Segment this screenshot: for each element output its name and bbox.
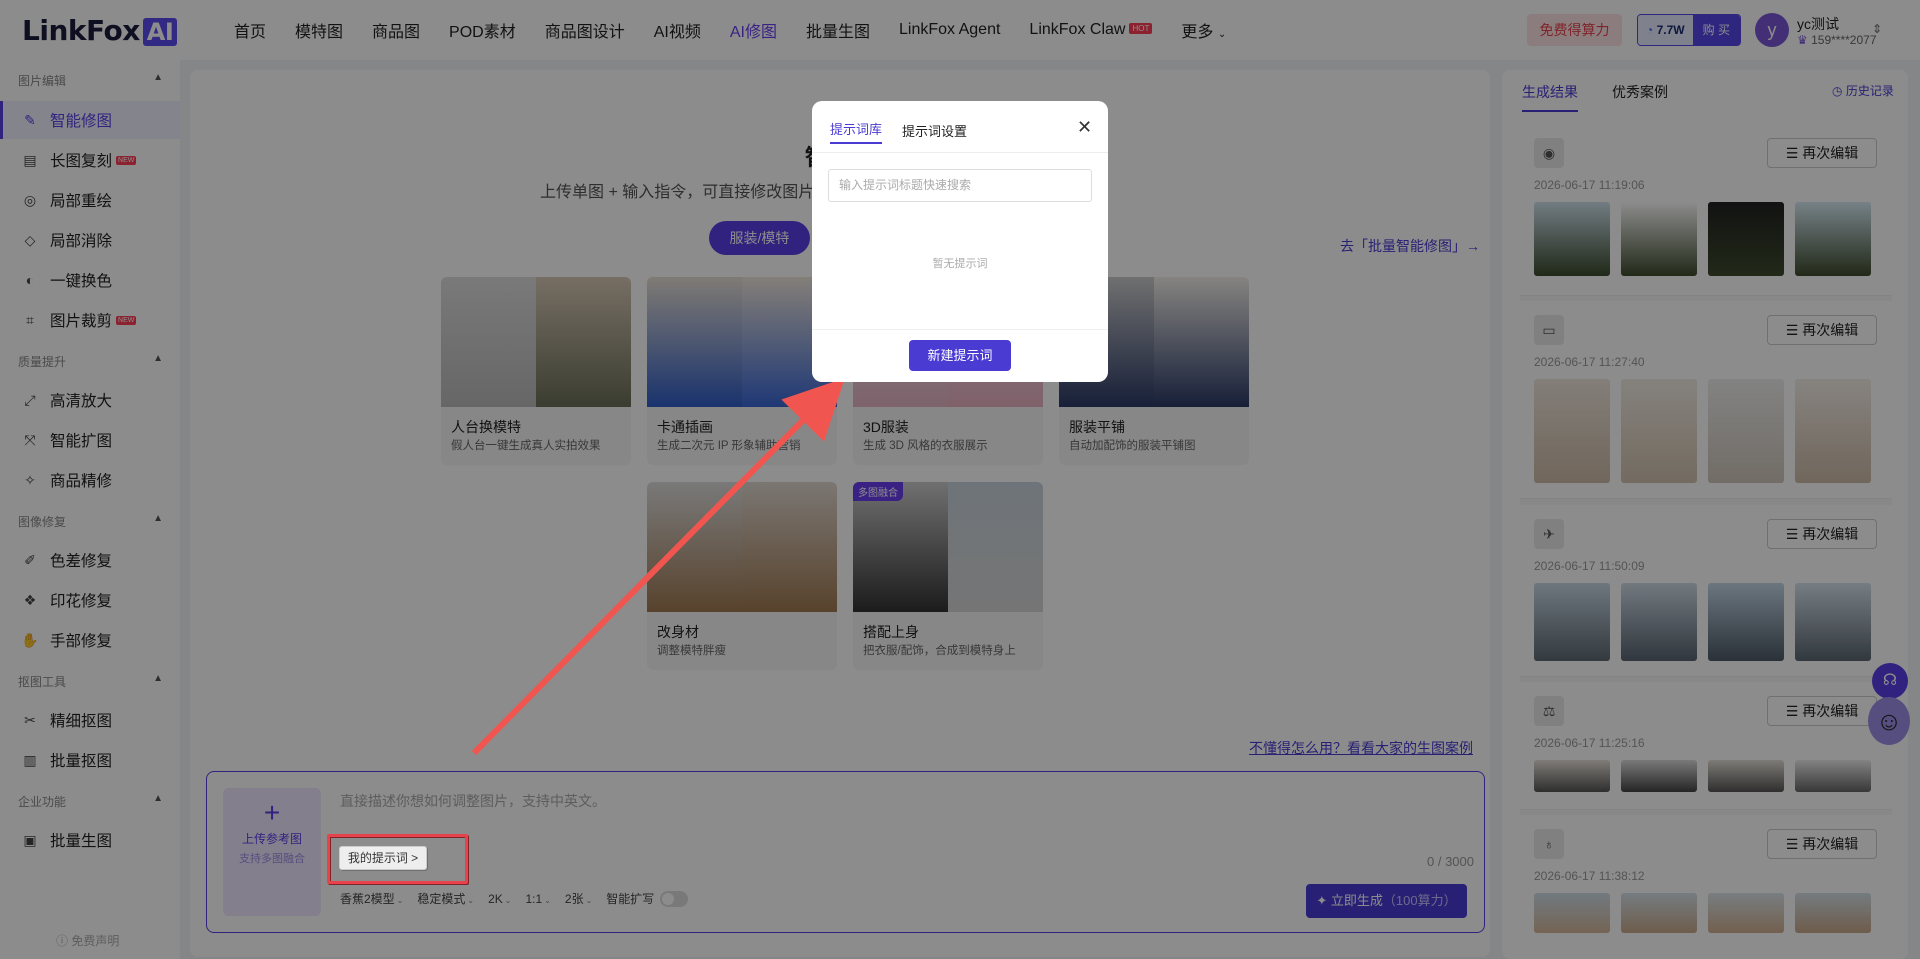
tab-prompt-settings[interactable]: 提示词设置 (902, 121, 967, 140)
prompt-library-modal: 提示词库 提示词设置 ✕ 输入提示词标题快速搜索 暂无提示词 新建提示词 (812, 101, 1108, 382)
divider (812, 152, 1108, 153)
empty-state: 暂无提示词 (932, 258, 988, 270)
tab-prompt-library[interactable]: 提示词库 (830, 119, 883, 144)
divider (812, 329, 1108, 330)
close-icon[interactable]: ✕ (1077, 117, 1092, 138)
new-prompt-button[interactable]: 新建提示词 (909, 340, 1011, 371)
prompt-search-input[interactable]: 输入提示词标题快速搜索 (828, 169, 1092, 202)
